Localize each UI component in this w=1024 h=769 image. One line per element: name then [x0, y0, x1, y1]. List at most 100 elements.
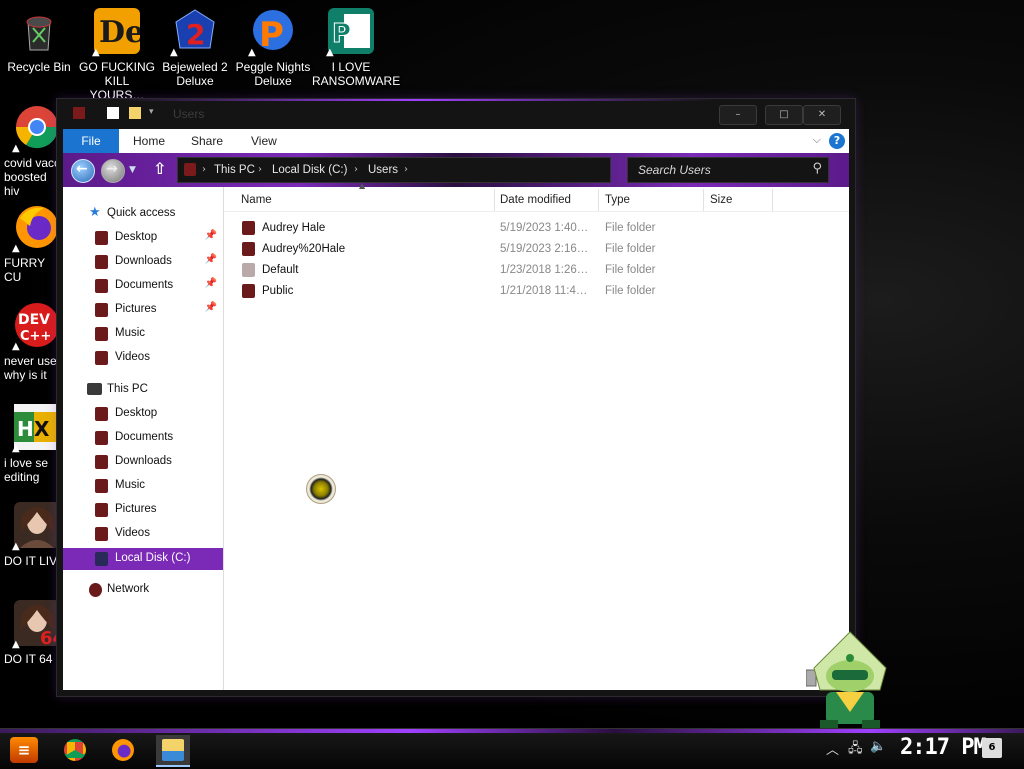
desktop-icon-label: never use why is it: [4, 354, 57, 382]
app-icon[interactable]: [73, 107, 85, 119]
column-divider[interactable]: [494, 189, 495, 211]
nav-quick-videos[interactable]: Videos: [63, 347, 223, 369]
desktop-icon-recycle-bin[interactable]: Recycle Bin: [0, 8, 78, 74]
help-button[interactable]: ?: [829, 133, 845, 149]
tab-file[interactable]: File: [63, 129, 119, 153]
column-header-size[interactable]: Size: [710, 189, 732, 211]
nav-quick-pictures[interactable]: Pictures 📌: [63, 299, 223, 321]
show-hidden-icons-icon[interactable]: ︿: [826, 739, 839, 758]
nav-pc-videos[interactable]: Videos: [63, 523, 223, 545]
sort-ascending-icon: ▲: [359, 181, 366, 190]
file-list[interactable]: ▲ Name Date modified Type Size Audrey Ha…: [224, 181, 849, 690]
breadcrumb-users[interactable]: Users: [368, 158, 398, 182]
column-header-type[interactable]: Type: [605, 189, 630, 211]
customize-toolbar-icon[interactable]: ▾: [149, 107, 154, 117]
nav-pc-documents[interactable]: Documents: [63, 427, 223, 449]
search-icon[interactable]: ⚲: [812, 161, 822, 176]
column-divider[interactable]: [598, 189, 599, 211]
nav-pc-local-disk[interactable]: Local Disk (C:): [63, 548, 223, 570]
maximize-button[interactable]: □: [765, 105, 803, 125]
folder-icon: [95, 255, 108, 269]
eyeball-cursor-icon: [306, 474, 336, 504]
breadcrumb-separator[interactable]: ›: [404, 158, 408, 182]
portrait-icon: 64 ▲: [12, 600, 65, 650]
svg-text:H: H: [17, 417, 34, 441]
title-bar[interactable]: ▾ Users – □ ✕: [57, 99, 855, 129]
address-bar[interactable]: › This PC › Local Disk (C:) › Users ›: [177, 157, 611, 183]
tab-share[interactable]: Share: [191, 129, 223, 153]
desktop-icon-bejeweled[interactable]: 2 ▲ Bejeweled 2 Deluxe: [156, 8, 234, 88]
network-status-icon[interactable]: 🖧: [848, 739, 863, 761]
taskbar-file-explorer[interactable]: [156, 735, 190, 767]
volume-muted-icon[interactable]: 🔈: [870, 739, 886, 754]
nav-quick-documents[interactable]: Documents 📌: [63, 275, 223, 297]
svg-text:X: X: [34, 417, 50, 441]
nav-quick-music[interactable]: Music: [63, 323, 223, 345]
nav-quick-downloads[interactable]: Downloads 📌: [63, 251, 223, 273]
expand-ribbon-icon[interactable]: ⌵: [813, 133, 821, 147]
up-button[interactable]: ⇧: [153, 159, 166, 178]
nav-quick-desktop[interactable]: Desktop 📌: [63, 227, 223, 249]
folder-icon: [95, 503, 108, 517]
nav-label: Videos: [115, 527, 150, 539]
pin-icon[interactable]: 📌: [205, 254, 217, 265]
column-divider[interactable]: [772, 189, 773, 211]
pin-icon[interactable]: 📌: [205, 230, 217, 241]
nav-label: Downloads: [115, 255, 172, 267]
table-row[interactable]: Audrey%20Hale 5/19/2023 2:16… File folde…: [224, 239, 849, 260]
breadcrumb-this-pc[interactable]: This PC: [214, 158, 255, 182]
breadcrumb-separator[interactable]: ›: [258, 158, 262, 182]
table-row[interactable]: Audrey Hale 5/19/2023 1:40… File folder: [224, 218, 849, 239]
desktop-icon-peggle[interactable]: P ▲ Peggle Nights Deluxe: [234, 8, 312, 88]
close-button[interactable]: ✕: [803, 105, 841, 125]
navigation-pane[interactable]: ★ Quick access Desktop 📌 Downloads 📌 Doc…: [63, 187, 223, 690]
nav-network[interactable]: Network: [63, 579, 223, 601]
back-button[interactable]: [71, 159, 95, 183]
bejeweled-icon: 2 ▲: [170, 8, 218, 58]
firefox-icon: [112, 739, 134, 761]
notification-center-icon[interactable]: 6: [982, 738, 1002, 758]
pin-icon[interactable]: 📌: [205, 302, 217, 313]
nav-pc-pictures[interactable]: Pictures: [63, 499, 223, 521]
breadcrumb-separator[interactable]: ›: [202, 158, 206, 182]
properties-icon[interactable]: [107, 107, 119, 119]
search-input[interactable]: Search Users ⚲: [627, 157, 829, 183]
taskbar-chrome[interactable]: [58, 735, 92, 765]
nav-label: Pictures: [115, 303, 157, 315]
nav-quick-access[interactable]: ★ Quick access: [63, 203, 223, 225]
nav-this-pc[interactable]: This PC: [63, 379, 223, 401]
folder-icon: [95, 407, 108, 421]
desktop-icon-label: FURRY CU: [4, 256, 45, 284]
nav-pc-music[interactable]: Music: [63, 475, 223, 497]
desktop-icon-label: Peggle Nights Deluxe: [235, 60, 311, 88]
file-explorer-window[interactable]: ▾ Users – □ ✕ File Home Share View ⌵ ? ▼…: [56, 98, 856, 697]
tab-home[interactable]: Home: [133, 129, 165, 153]
desktop-icon-publisher[interactable]: P ▲ I LOVE RANSOMWARE: [312, 8, 400, 88]
nav-pc-downloads[interactable]: Downloads: [63, 451, 223, 473]
taskbar-firefox[interactable]: [106, 735, 140, 765]
start-button[interactable]: ≡: [10, 737, 38, 763]
breadcrumb-local-disk[interactable]: Local Disk (C:): [272, 158, 347, 182]
table-row[interactable]: Public 1/21/2018 11:4… File folder: [224, 281, 849, 302]
column-header-name[interactable]: Name: [241, 189, 272, 211]
minimize-button[interactable]: –: [719, 105, 757, 125]
recycle-bin-icon: [16, 8, 62, 54]
table-row[interactable]: Default 1/23/2018 1:26… File folder: [224, 260, 849, 281]
svg-text:P: P: [332, 19, 351, 49]
breadcrumb-separator[interactable]: ›: [354, 158, 358, 182]
directx-icon: De ▲: [92, 8, 144, 58]
forward-button[interactable]: [101, 159, 125, 183]
nav-label: Music: [115, 479, 146, 491]
desktop-icon-directx[interactable]: De ▲ GO FUCKING KILL YOURS…: [78, 8, 156, 102]
clock[interactable]: 2:17 PM: [900, 735, 987, 760]
tab-view[interactable]: View: [251, 129, 277, 153]
pin-icon[interactable]: 📌: [205, 278, 217, 289]
file-date: 5/19/2023 2:16…: [500, 243, 589, 255]
new-folder-icon[interactable]: [129, 107, 141, 119]
nav-pc-desktop[interactable]: Desktop: [63, 403, 223, 425]
column-divider[interactable]: [703, 189, 704, 211]
column-header-date[interactable]: Date modified: [500, 189, 571, 211]
recent-locations-icon[interactable]: ▼: [129, 165, 136, 175]
header-separator: [224, 211, 849, 212]
firefox-icon: ▲: [12, 204, 60, 254]
